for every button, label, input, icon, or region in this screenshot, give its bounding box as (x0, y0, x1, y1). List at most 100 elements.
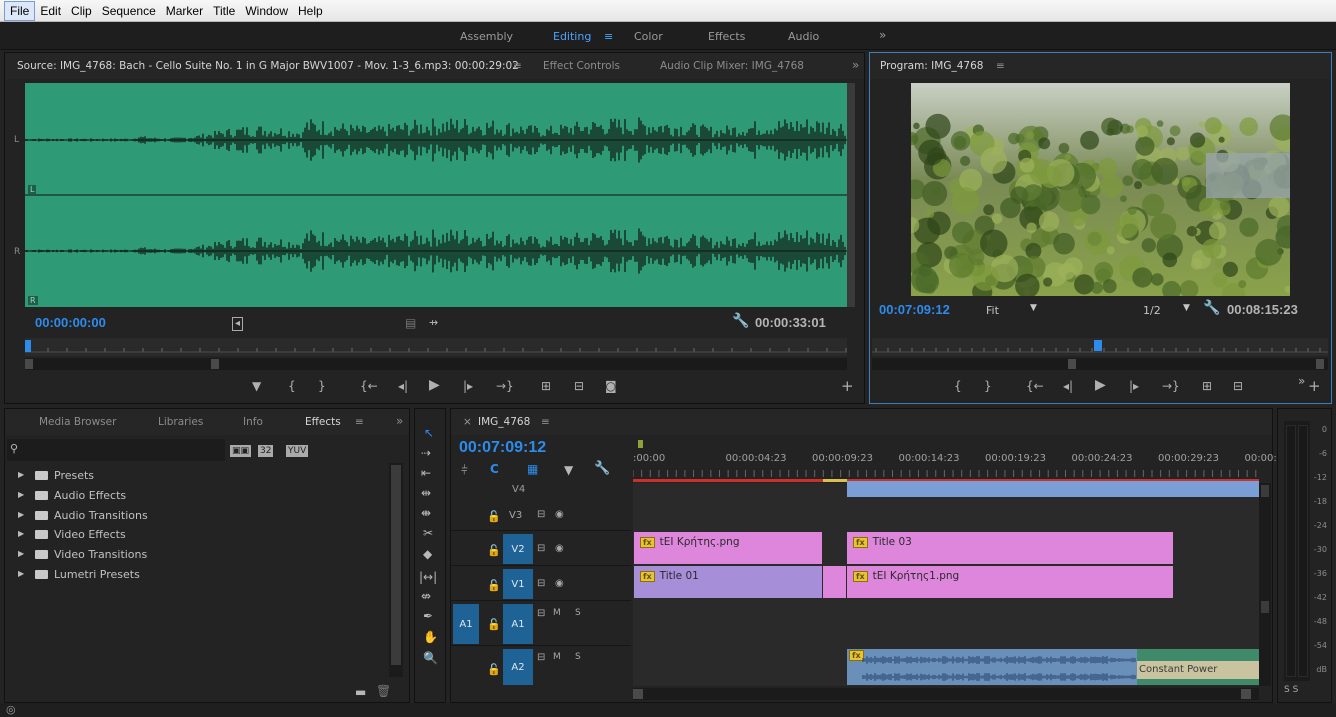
solo-button[interactable]: S (575, 608, 581, 618)
program-step-back-button[interactable]: ◂| (1063, 379, 1073, 393)
step-back-button[interactable]: ◂| (398, 379, 408, 393)
clip-v1-gap-fill[interactable] (823, 566, 846, 598)
extract-button[interactable]: ⊟ (1233, 379, 1243, 393)
tab-sequence[interactable]: IMG_4768 (478, 416, 530, 428)
track-a2-target[interactable]: A2 (503, 649, 533, 685)
rate-stretch-tool-icon[interactable]: ⇼ (421, 507, 431, 519)
workspace-color[interactable]: Color (634, 30, 663, 43)
add-marker-icon[interactable]: ▼ (564, 464, 573, 476)
slip-tool-icon[interactable]: ◆ (423, 548, 432, 560)
tab-info[interactable]: Info (243, 416, 263, 428)
program-more-button[interactable]: » (1298, 374, 1305, 388)
folder-presets[interactable]: ▶ Presets (18, 469, 94, 482)
export-frame-camera-icon[interactable]: ◙ (605, 379, 617, 393)
source-timecode-in[interactable]: 00:00:00:00 (35, 315, 106, 330)
tab-program[interactable]: Program: IMG_4768 (880, 60, 983, 72)
lock-icon[interactable]: 🔓 (487, 579, 501, 592)
sync-lock-icon[interactable]: ⊟ (537, 608, 545, 619)
slide-tool-icon[interactable]: |↔| (419, 571, 437, 583)
program-play-button[interactable]: ▶ (1095, 377, 1106, 393)
go-to-out-button[interactable]: →} (496, 379, 514, 393)
program-go-to-out-button[interactable]: →} (1162, 379, 1180, 393)
program-video-frame[interactable] (911, 83, 1290, 296)
folder-audio-transitions[interactable]: ▶ Audio Transitions (18, 509, 148, 522)
folder-video-effects[interactable]: ▶ Video Effects (18, 528, 126, 541)
tab-source[interactable]: Source: IMG_4768: Bach - Cello Suite No.… (17, 60, 519, 72)
drag-video-icon[interactable]: ◂ (232, 317, 244, 331)
menu-clip[interactable]: Clip (66, 2, 97, 20)
lock-icon[interactable]: 🔓 (487, 663, 501, 676)
go-to-in-button[interactable]: {← (360, 379, 378, 393)
menu-sequence[interactable]: Sequence (97, 2, 161, 20)
rolling-edit-tool-icon[interactable]: ⇹ (421, 487, 431, 499)
pen-tool-icon[interactable]: ✒ (423, 610, 433, 622)
program-zoom-scrollbar[interactable] (872, 358, 1328, 370)
status-icon[interactable]: ◎ (6, 703, 16, 716)
overwrite-button[interactable]: ⊟ (574, 379, 584, 393)
track-select-icon[interactable]: ⇸ (429, 317, 438, 329)
program-settings-wrench-icon[interactable]: 🔧 (1203, 301, 1220, 315)
program-panel-menu-icon[interactable]: ≡ (996, 60, 1005, 72)
clip-v4-adjustment[interactable] (847, 481, 1259, 497)
track-a2-header[interactable]: 🔓 A2 ⊟ M S (451, 647, 631, 687)
source-zoom-scrollbar[interactable] (25, 358, 847, 370)
new-bin-folder-icon[interactable]: ▬ (355, 686, 366, 698)
accelerated-effects-icon[interactable]: ▣▣ (230, 445, 252, 457)
solo-button[interactable]: S (575, 652, 581, 662)
clip-a2-audio[interactable]: fx (847, 649, 1137, 685)
insert-button[interactable]: ⊞ (541, 379, 551, 393)
folder-video-transitions[interactable]: ▶ Video Transitions (18, 548, 147, 561)
snap-icon[interactable]: C (490, 463, 499, 475)
mute-button[interactable]: M (553, 652, 561, 662)
pen-nudge-tool-icon[interactable]: ⇎ (421, 590, 431, 602)
timeline-time-ruler[interactable]: :00:00 00:00:04:23 00:00:09:23 00:00:14:23 0… (633, 437, 1299, 483)
track-v2-target[interactable]: V2 (503, 534, 533, 564)
menu-file[interactable]: File (4, 0, 36, 21)
tab-effect-controls[interactable]: Effect Controls (543, 60, 620, 72)
track-a1-header[interactable]: A1 🔓 A1 ⊟ M S (451, 602, 631, 646)
lock-icon[interactable]: 🔓 (487, 618, 501, 631)
meter-solo-buttons[interactable]: S S (1284, 685, 1298, 695)
folder-lumetri-presets[interactable]: ▶ Lumetri Presets (18, 568, 140, 581)
workspace-editing[interactable]: Editing (553, 30, 591, 43)
tab-libraries[interactable]: Libraries (158, 416, 203, 428)
add-marker-button[interactable]: ▼ (252, 379, 261, 393)
menu-window[interactable]: Window (240, 2, 293, 20)
eye-icon[interactable]: ◉ (555, 509, 564, 520)
source-more-button[interactable]: » (852, 58, 859, 72)
zoom-dropdown-icon[interactable]: ▼ (1030, 303, 1037, 313)
program-go-to-in-button[interactable]: {← (1026, 379, 1044, 393)
tab-effects[interactable]: Effects (305, 416, 341, 428)
program-mark-out-button[interactable]: } (984, 379, 992, 393)
eye-icon[interactable]: ◉ (555, 578, 564, 589)
linked-selection-icon[interactable]: ▦ (527, 463, 538, 475)
track-v3-header[interactable]: 🔓 V3 ⊟ ◉ (451, 501, 631, 531)
menu-edit[interactable]: Edit (35, 2, 66, 20)
program-time-ruler[interactable] (872, 338, 1328, 356)
mark-out-button[interactable]: } (318, 379, 326, 393)
hand-tool-icon[interactable]: ✋ (423, 631, 438, 643)
clip-v2-title-03[interactable]: fx Title 03 (847, 532, 1173, 564)
program-mark-in-button[interactable]: { (954, 379, 962, 393)
lock-icon[interactable]: 🔓 (487, 544, 501, 557)
resolution-dropdown-icon[interactable]: ▼ (1183, 303, 1190, 313)
insert-overwrite-nest-icon[interactable]: ⫩ (461, 464, 468, 476)
effects-panel-menu-icon[interactable]: ≡ (355, 416, 364, 428)
32bit-effects-icon[interactable]: 32 (258, 445, 274, 457)
tab-media-browser[interactable]: Media Browser (39, 416, 116, 428)
eye-icon[interactable]: ◉ (555, 543, 564, 554)
source-playhead[interactable] (25, 340, 31, 352)
close-sequence-icon[interactable]: × (463, 416, 472, 428)
razor-tool-icon[interactable]: ✂ (423, 527, 433, 539)
sync-lock-icon[interactable]: ⊟ (537, 578, 545, 589)
workspace-more-button[interactable]: » (879, 28, 886, 42)
mark-in-button[interactable]: { (288, 379, 296, 393)
yuv-effects-icon[interactable]: YUV (286, 445, 309, 457)
track-v1-header[interactable]: 🔓 V1 ⊟ ◉ (451, 567, 631, 601)
audio-waveform-display[interactable]: L R (25, 83, 847, 307)
effects-search-input[interactable]: ⚲ (7, 439, 225, 461)
menu-marker[interactable]: Marker (161, 2, 208, 20)
program-playhead[interactable] (1094, 340, 1102, 351)
drag-audio-icon[interactable]: ▤ (405, 317, 416, 329)
sync-lock-icon[interactable]: ⊟ (537, 509, 545, 520)
